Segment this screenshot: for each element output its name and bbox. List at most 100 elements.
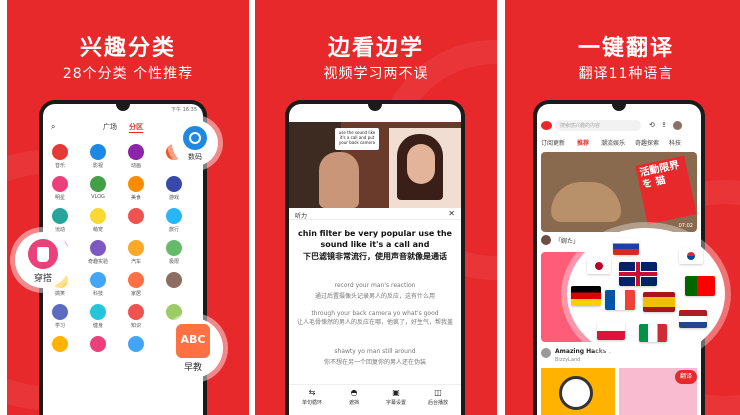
category-label: 健身 (92, 323, 103, 329)
channel-tabs: 订阅更新 推荐 潮流娱乐 奇趣探索 科技 (537, 138, 701, 150)
flag-portugal-icon[interactable] (685, 276, 715, 296)
subtitle-line-en[interactable]: shawty yo man still around (293, 348, 457, 355)
app-logo-icon (541, 121, 552, 130)
subtitle-line-en[interactable]: record your man's reaction (293, 282, 457, 289)
category-icon (52, 144, 68, 160)
tab-square[interactable]: 广场 (103, 122, 117, 132)
category-label: 动画 (130, 163, 141, 169)
avatar[interactable] (673, 121, 682, 130)
subtitle-line-zh: 让人毛骨悚然的男人的反应在哪，他疯了，好生气，帮我盖 (296, 319, 453, 326)
upload-icon[interactable]: ⇪ (661, 121, 667, 129)
translate-button[interactable]: 翻译 (675, 370, 697, 384)
category-icon (90, 176, 106, 192)
category-item[interactable]: 健身 (85, 304, 111, 332)
category-item[interactable]: 动画 (123, 144, 149, 172)
mask-icon: ◓ (350, 388, 358, 397)
category-item[interactable]: 音乐 (47, 144, 73, 172)
subtitle-line-zh: 通过后置摄像头记录男人的反应，这有什么用 (314, 293, 435, 300)
category-item[interactable] (85, 336, 111, 364)
category-label: 知识 (130, 323, 141, 329)
category-label: 奇趣实验 (87, 259, 108, 265)
tab-category[interactable]: 分区 (129, 122, 143, 133)
category-item[interactable]: 学习 (47, 304, 73, 332)
category-item[interactable]: 知识 (123, 304, 149, 332)
search-input[interactable]: 搜索感兴趣的内容 (555, 120, 641, 131)
video-card-cat[interactable]: 活動限界を 猫 07:02 (541, 152, 697, 232)
flag-poland-icon[interactable] (597, 322, 625, 340)
flag-russia-icon[interactable] (613, 238, 639, 255)
category-label: 音乐 (54, 163, 65, 169)
category-item[interactable]: 萌宠 (85, 208, 111, 236)
thumb-clock[interactable] (541, 368, 615, 415)
panel2-headline: 边看边学 (327, 36, 424, 61)
category-label: 旅行 (168, 227, 179, 233)
tab-trending[interactable]: 潮流娱乐 (601, 138, 625, 147)
category-item[interactable]: 运动 (47, 208, 73, 236)
category-icon (90, 240, 106, 256)
category-icon (166, 240, 182, 256)
category-item[interactable] (123, 336, 149, 364)
cat-image (551, 182, 621, 222)
video-duration: 07:02 (678, 223, 693, 229)
flag-uk-icon[interactable] (619, 262, 657, 286)
category-item[interactable] (47, 336, 73, 364)
category-icon (90, 208, 106, 224)
flag-korea-icon[interactable] (679, 248, 703, 264)
close-icon[interactable]: ✕ (448, 209, 455, 218)
tab-recommend[interactable]: 推荐 (577, 138, 589, 147)
category-bubble-early-edu[interactable]: ABC 早教 (163, 318, 223, 378)
flag-france-icon[interactable] (605, 290, 635, 310)
flag-spain-icon[interactable] (643, 292, 675, 312)
tab-tech[interactable]: 科技 (669, 138, 681, 147)
category-item[interactable]: 极限 (161, 240, 187, 268)
category-item[interactable]: 游戏 (161, 176, 187, 204)
flag-netherlands-icon[interactable] (679, 310, 707, 328)
panel2-subtitle: 视频学习两不误 (323, 66, 429, 82)
video-caption: use the sound like it's a call and put y… (335, 128, 379, 150)
app-store-screenshots: 兴趣分类 28个分类 个性推荐 下午 16:35 ⌕ 广场 分区 音乐 影视 动画明… (0, 0, 740, 415)
flag-japan-icon[interactable] (587, 258, 611, 274)
background-play-button[interactable]: ◫ 后台播放 (419, 388, 457, 406)
current-subtitle-en: chin filter be very popular use the soun… (298, 229, 452, 249)
category-icon (90, 336, 106, 352)
subtitle-line-en[interactable]: through your back camera yo what's good (293, 310, 457, 317)
bubble-label-early-edu: 早教 (183, 363, 202, 373)
category-item[interactable]: VLOG (85, 176, 111, 204)
abc-block-icon: ABC (176, 324, 210, 358)
category-bubble-digital[interactable]: 数码 (172, 120, 218, 166)
category-icon (52, 304, 68, 320)
cat-text: 活動限界を 猫 (635, 155, 697, 225)
subtitle-settings-button[interactable]: ▣ 字幕设置 (377, 388, 415, 406)
search-icon[interactable]: ⌕ (51, 122, 55, 132)
category-item[interactable]: 旅行 (161, 208, 187, 236)
category-item[interactable]: 家居 (123, 272, 149, 300)
flag-italy-icon[interactable] (639, 324, 667, 342)
category-icon (128, 208, 144, 224)
bottom-toolbar: ⇆ 单句循环 ◓ 遮挡 ▣ 字幕设置 ◫ 后台播放 (289, 384, 461, 410)
category-bubble-outfit[interactable]: 穿搭 (15, 232, 71, 288)
mask-button[interactable]: ◓ 遮挡 (335, 388, 373, 406)
video-player[interactable]: use the sound like it's a call and put y… (289, 122, 461, 208)
tab-subscriptions[interactable]: 订阅更新 (541, 138, 565, 147)
category-item[interactable] (123, 208, 149, 236)
category-label: 影视 (92, 163, 103, 169)
history-icon[interactable]: ⟲ (649, 121, 655, 129)
listen-header: 听力 ✕ (289, 208, 461, 220)
category-icon (166, 176, 182, 192)
category-item[interactable] (161, 272, 187, 300)
category-item[interactable]: 奇趣实验 (85, 240, 111, 268)
category-icon (128, 240, 144, 256)
camera-icon (183, 126, 207, 150)
loop-sentence-button[interactable]: ⇆ 单句循环 (293, 388, 331, 406)
panel3-headline: 一键翻译 (577, 36, 674, 61)
category-item[interactable]: 美食 (123, 176, 149, 204)
phone-mockup: use the sound like it's a call and put y… (285, 100, 465, 415)
flag-germany-icon[interactable] (571, 286, 601, 306)
category-item[interactable]: 科技 (85, 272, 111, 300)
category-item[interactable]: 明星 (47, 176, 73, 204)
category-item[interactable]: 影视 (85, 144, 111, 172)
category-icon (128, 272, 144, 288)
clock-icon (559, 376, 593, 410)
tab-explore[interactable]: 奇趣探索 (635, 138, 659, 147)
category-item[interactable]: 汽车 (123, 240, 149, 268)
